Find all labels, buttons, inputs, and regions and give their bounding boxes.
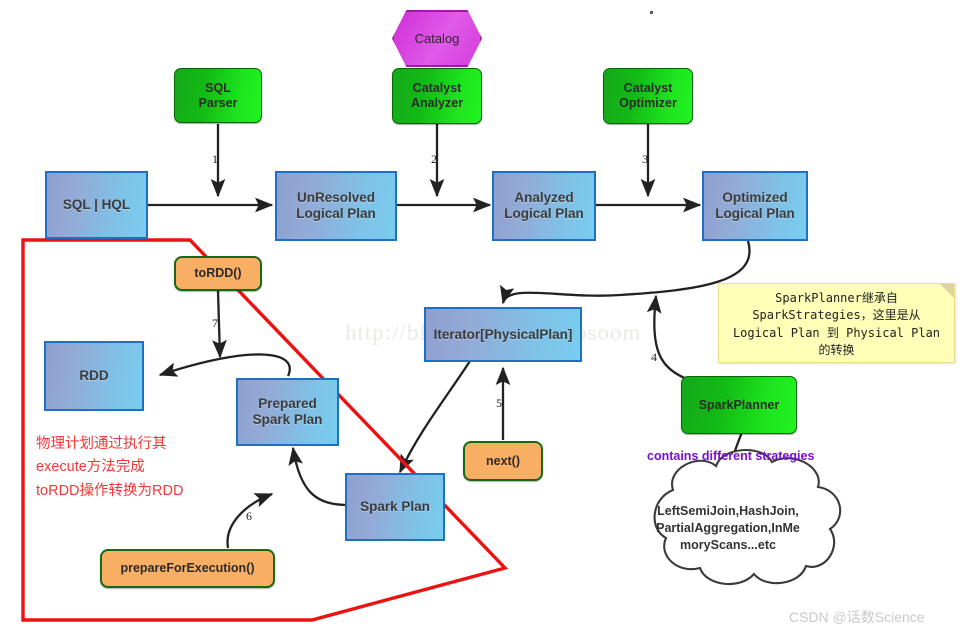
node-sql-parser[interactable]: SQL Parser	[174, 68, 262, 123]
csdn-credit: CSDN @话数Science	[789, 609, 925, 625]
arrow-optimized-to-iterator	[500, 240, 751, 305]
edge-label-1: 1	[212, 152, 218, 166]
note-spark-planner-text: SparkPlanner继承自 SparkStrategies，这里是从 Log…	[732, 291, 941, 358]
node-catalyst-analyzer[interactable]: Catalyst Analyzer	[392, 68, 482, 124]
diagram-canvas: http://blog.csdn.net/oopsoom Catalog SQL…	[0, 0, 969, 639]
node-unresolved-logical-plan[interactable]: UnResolved Logical Plan	[275, 171, 397, 241]
arrow-tordd-7	[212, 290, 227, 359]
node-to-rdd[interactable]: toRDD()	[174, 256, 262, 291]
node-optimized-logical-plan[interactable]: Optimized Logical Plan	[702, 171, 808, 241]
arrow-prepared-to-rdd	[158, 353, 291, 377]
arrow-sparkplan-to-prepared	[288, 446, 349, 507]
edge-label-6: 6	[246, 509, 252, 523]
node-spark-plan[interactable]: Spark Plan	[345, 473, 445, 541]
edge-label-4: 4	[651, 350, 657, 364]
node-catalyst-optimizer[interactable]: Catalyst Optimizer	[603, 68, 693, 124]
annotation-contains-strategies: contains different strategies	[647, 449, 815, 463]
node-sql-hql[interactable]: SQL | HQL	[45, 171, 148, 239]
note-spark-planner: SparkPlanner继承自 SparkStrategies，这里是从 Log…	[718, 283, 955, 363]
edge-label-5: 5	[496, 396, 502, 410]
stray-dot	[650, 11, 653, 14]
node-catalog[interactable]: Catalog	[392, 10, 482, 67]
node-analyzed-logical-plan[interactable]: Analyzed Logical Plan	[492, 171, 596, 241]
note-fold-corner	[940, 284, 954, 298]
node-spark-planner[interactable]: SparkPlanner	[681, 376, 797, 434]
node-iterator-physical-plan[interactable]: Iterator[PhysicalPlan]	[424, 307, 582, 362]
edge-label-3: 3	[642, 152, 648, 166]
annotation-red-note: 物理计划通过执行其 execute方法完成 toRDD操作转换为RDD	[36, 436, 184, 499]
node-strategies-cloud-text: LeftSemiJoin,HashJoin, PartialAggregatio…	[656, 504, 800, 552]
edge-label-7: 7	[212, 316, 218, 330]
arrow-iterator-to-sparkplan	[398, 360, 471, 474]
arrow-sparkplanner-4	[646, 294, 690, 382]
edge-label-2: 2	[431, 152, 437, 166]
node-prepare-for-execution[interactable]: prepareForExecution()	[100, 549, 275, 588]
node-prepared-spark-plan[interactable]: Prepared Spark Plan	[236, 378, 339, 446]
node-next[interactable]: next()	[463, 441, 543, 481]
node-rdd[interactable]: RDD	[44, 341, 144, 411]
